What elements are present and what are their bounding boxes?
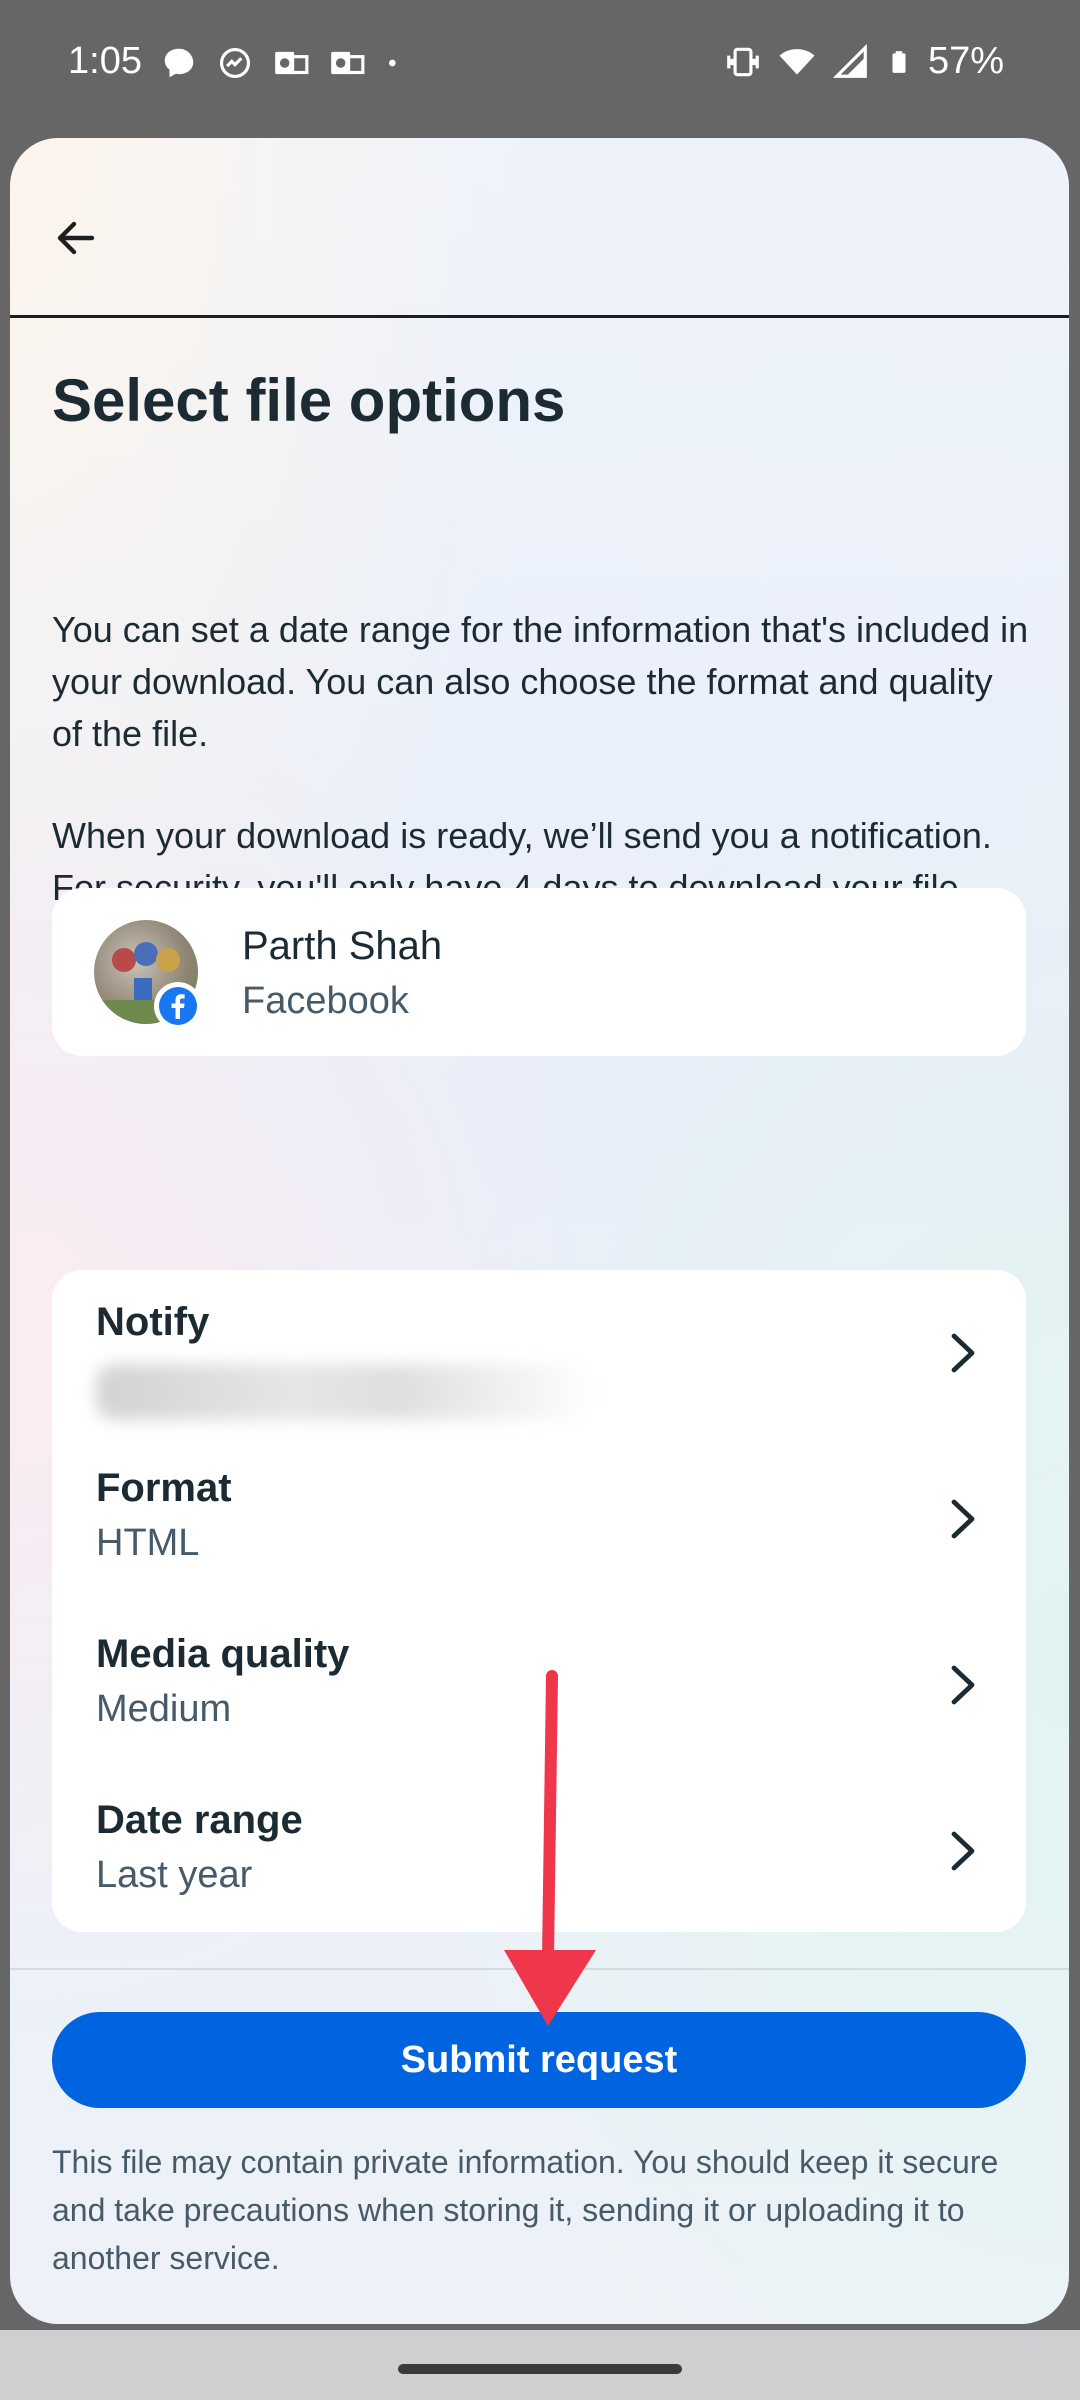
file-options-list: Notify Format HTML Media quality Medium … [52, 1270, 1026, 1932]
dot-icon [389, 59, 396, 67]
signal-icon [832, 43, 867, 78]
option-date-range[interactable]: Date range Last year [52, 1768, 1026, 1934]
option-value: Medium [96, 1688, 232, 1730]
account-platform: Facebook [242, 980, 409, 1022]
home-gesture-handle[interactable] [398, 2364, 682, 2374]
option-title: Notify [96, 1300, 210, 1344]
option-value: HTML [96, 1522, 200, 1564]
system-icons: 57% [724, 40, 1004, 83]
account-card: Parth Shah Facebook [52, 888, 1026, 1056]
outlook-icon [331, 51, 365, 75]
file-options-sheet: Select file options You can set a date r… [10, 138, 1069, 2324]
option-format[interactable]: Format HTML [52, 1436, 1026, 1602]
facebook-badge [154, 982, 202, 1030]
chat-bubble-icon [164, 48, 194, 78]
outlook-icon [275, 51, 309, 75]
back-button[interactable] [46, 208, 106, 268]
footer-divider [10, 1968, 1069, 1970]
option-title: Date range [96, 1798, 303, 1842]
facebook-icon [159, 987, 197, 1025]
account-name: Parth Shah [242, 924, 443, 968]
battery-icon [892, 50, 906, 73]
option-media-quality[interactable]: Media quality Medium [52, 1602, 1026, 1768]
chevron-right-icon [951, 1499, 975, 1539]
arrow-left-icon [57, 221, 95, 255]
chevron-right-icon [951, 1333, 975, 1373]
option-title: Media quality [96, 1632, 350, 1676]
notification-icons [160, 44, 404, 82]
messenger-icon [219, 47, 251, 79]
sheet-header [10, 138, 1069, 318]
chevron-right-icon [951, 1831, 975, 1871]
option-value: Last year [96, 1854, 253, 1896]
status-bar: 1:05 57% [0, 0, 1080, 130]
description-date-range: You can set a date range for the informa… [52, 609, 1029, 754]
wifi-icon [779, 48, 815, 75]
chevron-right-icon [951, 1665, 975, 1705]
submit-request-button[interactable]: Submit request [52, 2012, 1026, 2108]
vibrate-icon [727, 47, 759, 76]
status-time: 1:05 [68, 40, 142, 82]
battery-percent: 57% [927, 40, 1004, 82]
option-notify[interactable]: Notify [52, 1270, 1026, 1436]
option-title: Format [96, 1466, 232, 1510]
privacy-note: This file may contain private informatio… [52, 2144, 999, 2276]
page-title: Select file options [52, 367, 566, 434]
redacted-value [96, 1364, 596, 1420]
